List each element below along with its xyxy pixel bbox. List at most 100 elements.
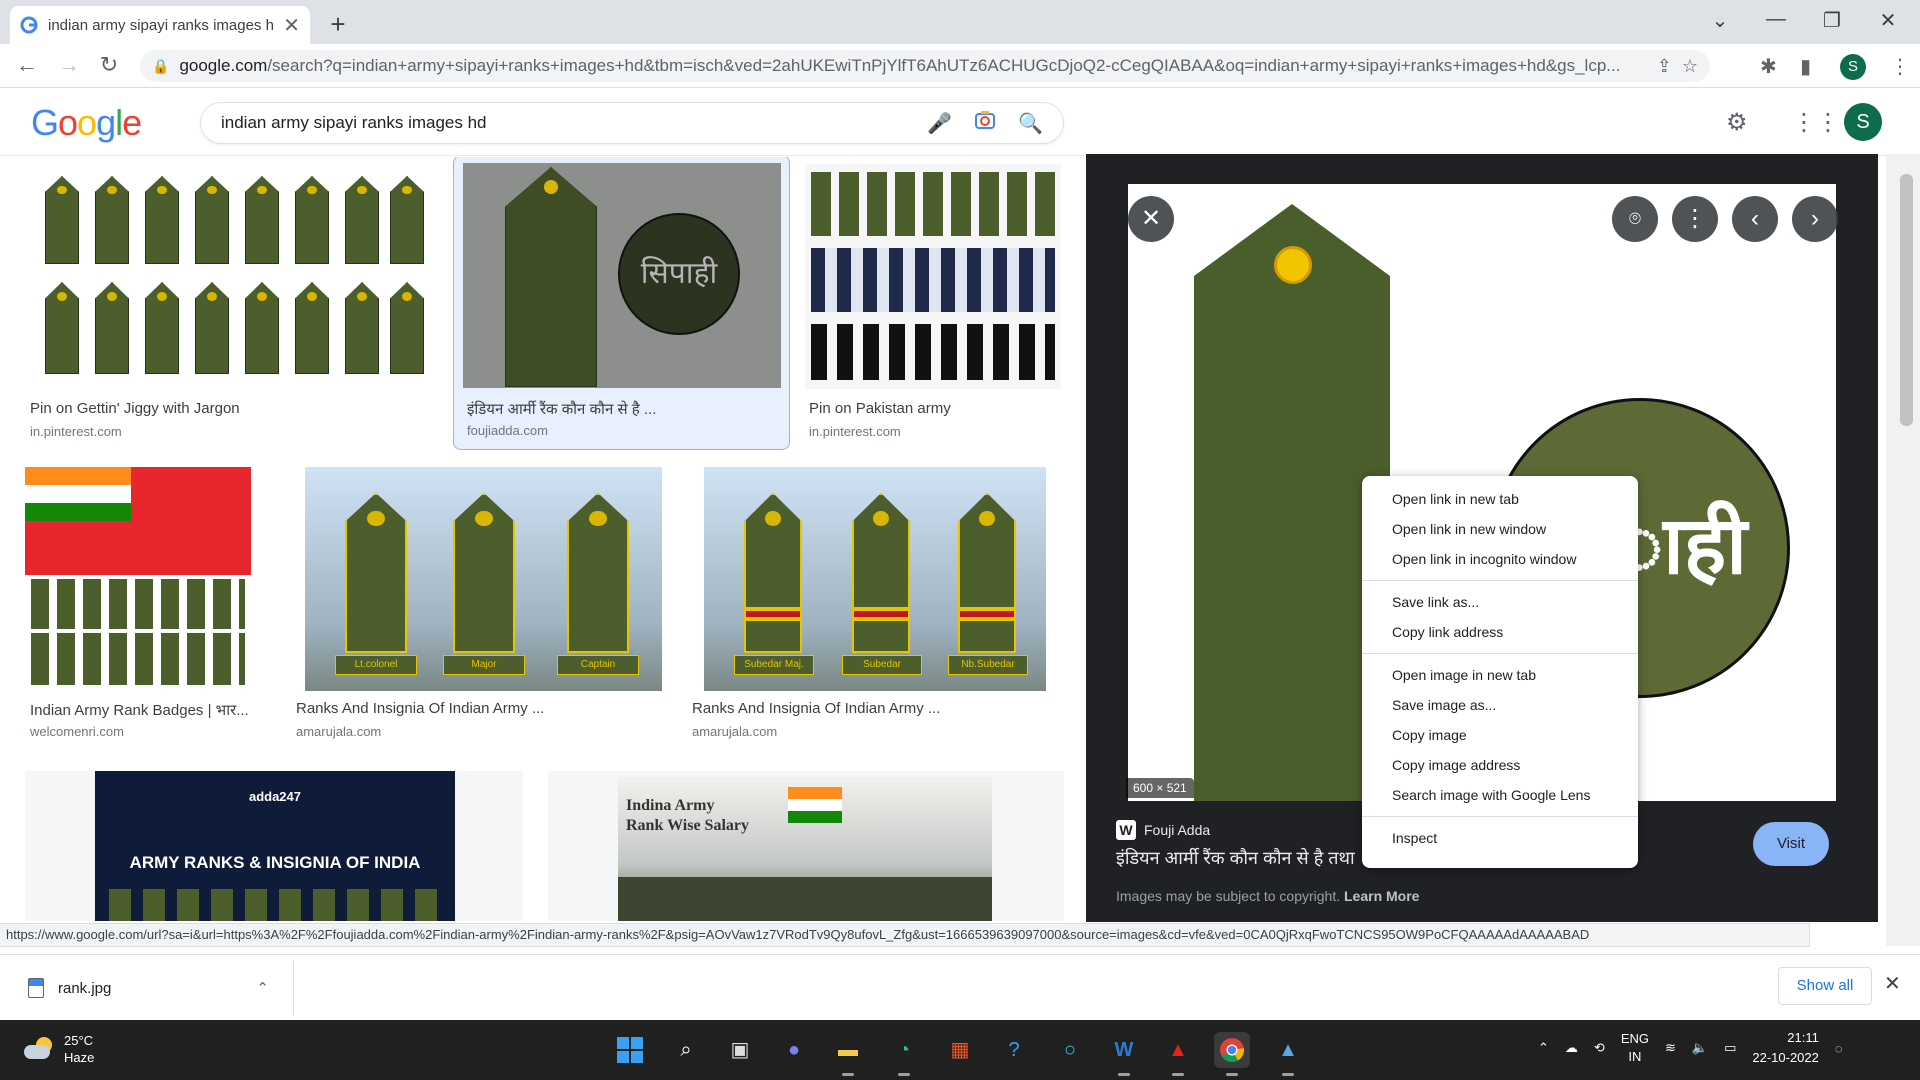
- cortana-icon[interactable]: ○: [1052, 1032, 1088, 1068]
- forward-icon[interactable]: →: [54, 52, 84, 78]
- show-all-button[interactable]: Show all: [1778, 967, 1872, 1005]
- more-options-icon[interactable]: ⋮: [1672, 196, 1718, 242]
- menu-open-link-incognito[interactable]: Open link in incognito window: [1362, 544, 1638, 574]
- menu-open-link-new-window[interactable]: Open link in new window: [1362, 514, 1638, 544]
- tab-close-icon[interactable]: ✕: [283, 13, 300, 38]
- profile-avatar[interactable]: S: [1844, 103, 1882, 141]
- file-explorer-icon[interactable]: ▬: [830, 1032, 866, 1076]
- acrobat-icon[interactable]: ▲: [1160, 1032, 1196, 1076]
- url-path: /search?q=indian+army+sipayi+ranks+image…: [267, 56, 1621, 75]
- lens-search-icon[interactable]: ⌾: [1612, 196, 1658, 242]
- menu-open-image-new-tab[interactable]: Open image in new tab: [1362, 660, 1638, 690]
- side-panel-icon[interactable]: ▮: [1800, 54, 1811, 79]
- photos-icon[interactable]: ▲: [1270, 1032, 1306, 1076]
- result-thumbnail[interactable]: [25, 162, 437, 390]
- result-thumbnail[interactable]: Subedar Maj. Subedar Nb.Subedar: [704, 467, 1046, 691]
- result-thumbnail[interactable]: सिपाही: [463, 163, 781, 388]
- result-card[interactable]: Indina Army Rank Wise Salary: [548, 769, 1064, 922]
- bookmark-star-icon[interactable]: ☆: [1682, 56, 1698, 77]
- restore-icon[interactable]: ❐: [1812, 8, 1852, 33]
- close-window-icon[interactable]: ✕: [1868, 8, 1908, 33]
- share-icon[interactable]: ⇪: [1657, 56, 1672, 77]
- language-indicator[interactable]: ENG IN: [1621, 1030, 1649, 1066]
- menu-copy-image-address[interactable]: Copy image address: [1362, 750, 1638, 780]
- onedrive-icon[interactable]: ☁: [1565, 1040, 1578, 1056]
- back-icon[interactable]: ←: [12, 52, 42, 78]
- volume-icon[interactable]: 🔈: [1692, 1040, 1708, 1056]
- menu-inspect[interactable]: Inspect: [1362, 823, 1638, 853]
- store-icon[interactable]: ▦: [942, 1032, 978, 1068]
- tray-overflow-icon[interactable]: ⌃: [1538, 1040, 1549, 1056]
- extensions-icon[interactable]: ✱: [1760, 54, 1777, 79]
- page-scrollbar[interactable]: [1886, 154, 1920, 946]
- address-bar[interactable]: 🔒 google.com/search?q=indian+army+sipayi…: [140, 50, 1710, 82]
- result-title[interactable]: Pin on Gettin' Jiggy with Jargon: [30, 400, 430, 417]
- google-logo[interactable]: Google: [31, 102, 142, 144]
- close-preview-icon[interactable]: ✕: [1128, 196, 1174, 242]
- result-card[interactable]: Lt.colonel Major Captain Ranks And Insig…: [290, 467, 670, 757]
- lock-icon[interactable]: 🔒: [152, 58, 169, 75]
- result-source: amarujala.com: [296, 724, 382, 739]
- result-thumbnail[interactable]: Indina Army Rank Wise Salary: [548, 771, 1064, 921]
- learn-more-link[interactable]: Learn More: [1344, 888, 1419, 904]
- result-card[interactable]: Subedar Maj. Subedar Nb.Subedar Ranks An…: [686, 467, 1066, 757]
- menu-save-image-as[interactable]: Save image as...: [1362, 690, 1638, 720]
- rank-label: Lt.colonel: [335, 655, 417, 675]
- result-source: in.pinterest.com: [30, 424, 122, 439]
- next-image-icon[interactable]: ›: [1792, 196, 1838, 242]
- search-icon[interactable]: 🔍: [1018, 111, 1043, 136]
- notification-icon[interactable]: ◌: [1835, 1041, 1843, 1056]
- new-tab-icon[interactable]: +: [324, 9, 352, 40]
- teams-chat-icon[interactable]: ●: [776, 1032, 812, 1068]
- result-title[interactable]: Pin on Pakistan army: [809, 400, 1059, 417]
- chevron-up-icon[interactable]: ⌃: [256, 979, 269, 997]
- microphone-icon[interactable]: 🎤: [927, 111, 952, 136]
- wifi-icon[interactable]: ≋: [1665, 1040, 1676, 1056]
- weather-widget[interactable]: 25°C Haze: [24, 1032, 94, 1066]
- menu-kebab-icon[interactable]: ⋮: [1890, 54, 1910, 79]
- result-title[interactable]: Ranks And Insignia Of Indian Army ...: [296, 700, 666, 717]
- menu-open-link-new-tab[interactable]: Open link in new tab: [1362, 484, 1638, 514]
- menu-save-link-as[interactable]: Save link as...: [1362, 587, 1638, 617]
- result-thumbnail[interactable]: adda247 ARMY RANKS & INSIGNIA OF INDIA: [25, 771, 523, 921]
- visit-button[interactable]: Visit: [1753, 822, 1829, 866]
- word-icon[interactable]: W: [1106, 1032, 1142, 1076]
- battery-icon[interactable]: ▭: [1724, 1040, 1736, 1056]
- preview-source[interactable]: W Fouji Adda: [1116, 820, 1210, 840]
- search-input[interactable]: [221, 113, 906, 133]
- lens-camera-icon[interactable]: [974, 110, 996, 136]
- tab-search-icon[interactable]: ⌄: [1700, 8, 1740, 33]
- edge-icon[interactable]: ◔: [886, 1032, 922, 1076]
- sync-icon[interactable]: ⟲: [1594, 1040, 1605, 1056]
- result-title[interactable]: इंडियन आर्मी रैंक कौन कौन से है ...: [467, 399, 777, 419]
- download-item[interactable]: rank.jpg ⌃: [14, 961, 294, 1015]
- previous-image-icon[interactable]: ‹: [1732, 196, 1778, 242]
- result-thumbnail[interactable]: [25, 467, 251, 691]
- result-thumbnail[interactable]: Lt.colonel Major Captain: [305, 467, 662, 691]
- minimize-icon[interactable]: —: [1756, 8, 1796, 31]
- result-card[interactable]: Pin on Pakistan army in.pinterest.com: [803, 157, 1063, 447]
- scrollbar-thumb[interactable]: [1900, 174, 1913, 426]
- result-title[interactable]: Ranks And Insignia Of Indian Army ...: [692, 700, 1062, 717]
- help-icon[interactable]: ?: [996, 1032, 1032, 1068]
- browser-tab[interactable]: indian army sipayi ranks images hd - Goo…: [10, 6, 310, 44]
- result-card[interactable]: Pin on Gettin' Jiggy with Jargon in.pint…: [20, 157, 440, 447]
- profile-avatar-small[interactable]: S: [1840, 54, 1866, 80]
- chrome-icon[interactable]: [1214, 1032, 1250, 1076]
- result-title[interactable]: Indian Army Rank Badges | भार...: [30, 700, 250, 720]
- result-card[interactable]: Indian Army Rank Badges | भार... welcome…: [20, 467, 260, 757]
- task-view-icon[interactable]: ▣: [722, 1032, 758, 1068]
- menu-copy-image[interactable]: Copy image: [1362, 720, 1638, 750]
- search-taskbar-icon[interactable]: ⌕: [668, 1032, 704, 1068]
- settings-gear-icon[interactable]: ⚙: [1726, 108, 1748, 137]
- clock[interactable]: 21:11 22-10-2022: [1752, 1028, 1819, 1068]
- start-icon[interactable]: [612, 1032, 648, 1068]
- apps-grid-icon[interactable]: ⋮⋮: [1792, 108, 1840, 137]
- close-shelf-icon[interactable]: ✕: [1884, 971, 1901, 996]
- menu-copy-link-address[interactable]: Copy link address: [1362, 617, 1638, 647]
- result-card[interactable]: adda247 ARMY RANKS & INSIGNIA OF INDIA: [20, 769, 528, 922]
- reload-icon[interactable]: ↻: [94, 52, 124, 78]
- result-thumbnail[interactable]: [805, 164, 1061, 389]
- result-card-selected[interactable]: सिपाही इंडियन आर्मी रैंक कौन कौन से है .…: [453, 157, 790, 450]
- menu-search-google-lens[interactable]: Search image with Google Lens: [1362, 780, 1638, 810]
